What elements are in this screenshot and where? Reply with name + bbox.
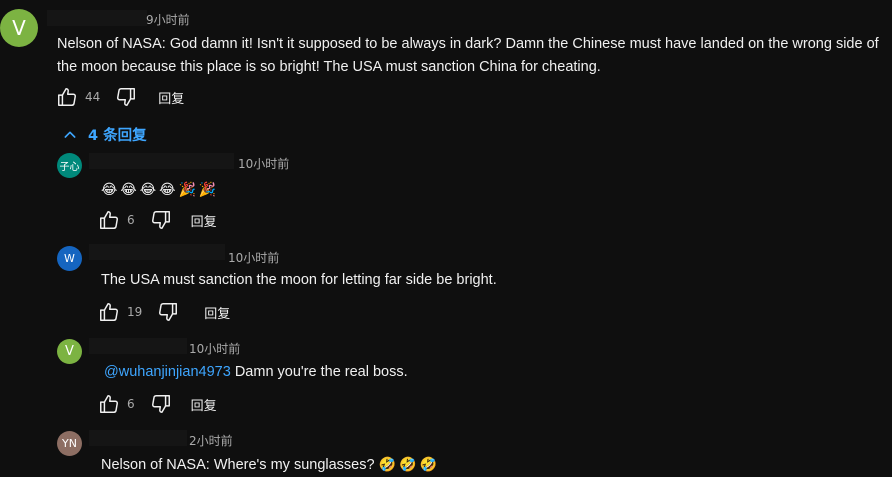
like-count: 6 bbox=[127, 213, 135, 227]
avatar-letter: V bbox=[65, 344, 74, 359]
like-count: 44 bbox=[85, 90, 101, 104]
emoji: 😂 bbox=[120, 180, 137, 197]
emoji: 🎉 bbox=[198, 180, 217, 197]
avatar-letter: W bbox=[64, 252, 75, 265]
thumbs-up-icon[interactable] bbox=[97, 300, 121, 324]
thumbs-down-icon[interactable] bbox=[114, 85, 138, 109]
comment-time: 9小时前 bbox=[146, 13, 190, 27]
emoji: 😂 bbox=[101, 180, 118, 197]
author-name[interactable] bbox=[89, 244, 225, 260]
comment-body: Nelson of NASA: Where's my sunglasses? bbox=[101, 457, 379, 473]
chevron-up-icon bbox=[62, 127, 78, 143]
thumbs-down-icon[interactable] bbox=[156, 300, 180, 324]
avatar[interactable]: V bbox=[0, 9, 38, 47]
mention-link[interactable]: @wuhanjinjian4973 bbox=[104, 364, 231, 380]
reply-button[interactable]: 回复 bbox=[204, 303, 230, 322]
comment-text: Nelson of NASA: Where's my sunglasses? 🤣… bbox=[101, 453, 440, 477]
emoji: 🤣 bbox=[399, 456, 417, 472]
reply-button[interactable]: 回复 bbox=[158, 88, 184, 107]
comment-actions: 19 回复 bbox=[97, 300, 230, 324]
comment-time: 10小时前 bbox=[189, 342, 241, 356]
thumbs-down-icon[interactable] bbox=[149, 392, 173, 416]
avatar[interactable]: YN bbox=[57, 431, 82, 456]
author-name[interactable] bbox=[89, 153, 234, 169]
like-count: 6 bbox=[127, 397, 135, 411]
comment-text: @wuhanjinjian4973 Damn you're the real b… bbox=[104, 361, 408, 384]
thumbs-up-icon[interactable] bbox=[55, 85, 79, 109]
comment-text: The USA must sanction the moon for letti… bbox=[101, 272, 497, 288]
avatar[interactable]: V bbox=[57, 339, 82, 364]
emoji: 🎉 bbox=[178, 180, 196, 197]
author-name[interactable] bbox=[47, 10, 147, 26]
reply-button[interactable]: 回复 bbox=[191, 395, 217, 414]
comment-body: Damn you're the real boss. bbox=[230, 364, 408, 380]
thumbs-down-icon[interactable] bbox=[149, 208, 173, 232]
comment-time: 10小时前 bbox=[238, 157, 290, 171]
author-name[interactable] bbox=[89, 430, 187, 446]
emoji: 😂 bbox=[139, 180, 157, 197]
replies-count-label: 4 条回复 bbox=[88, 128, 147, 144]
comment-time: 10小时前 bbox=[228, 251, 280, 265]
avatar[interactable]: 子心 bbox=[57, 153, 82, 178]
avatar-letter: V bbox=[12, 16, 26, 40]
like-count: 19 bbox=[127, 305, 143, 319]
replies-toggle[interactable]: 4 条回复 bbox=[62, 124, 147, 145]
comment-actions: 6 回复 bbox=[97, 392, 217, 416]
reply-button[interactable]: 回复 bbox=[191, 211, 217, 230]
comment-text: Nelson of NASA: God damn it! Isn't it su… bbox=[57, 36, 879, 75]
thumbs-up-icon[interactable] bbox=[97, 392, 121, 416]
comment-actions: 44 回复 bbox=[55, 85, 184, 109]
emoji: 🤣 bbox=[378, 456, 397, 472]
avatar-letter: YN bbox=[62, 437, 77, 450]
emoji: 🤣 bbox=[419, 456, 437, 472]
emoji: 😂 bbox=[159, 180, 176, 197]
author-name[interactable] bbox=[89, 338, 187, 354]
avatar[interactable]: W bbox=[57, 246, 82, 271]
avatar-letter: 子心 bbox=[59, 162, 80, 173]
comment-text: 😂 😂 😂 😂 🎉 🎉 bbox=[101, 178, 219, 200]
comment-actions: 6 回复 bbox=[97, 208, 217, 232]
comment-time: 2小时前 bbox=[189, 434, 233, 448]
thumbs-up-icon[interactable] bbox=[97, 208, 121, 232]
